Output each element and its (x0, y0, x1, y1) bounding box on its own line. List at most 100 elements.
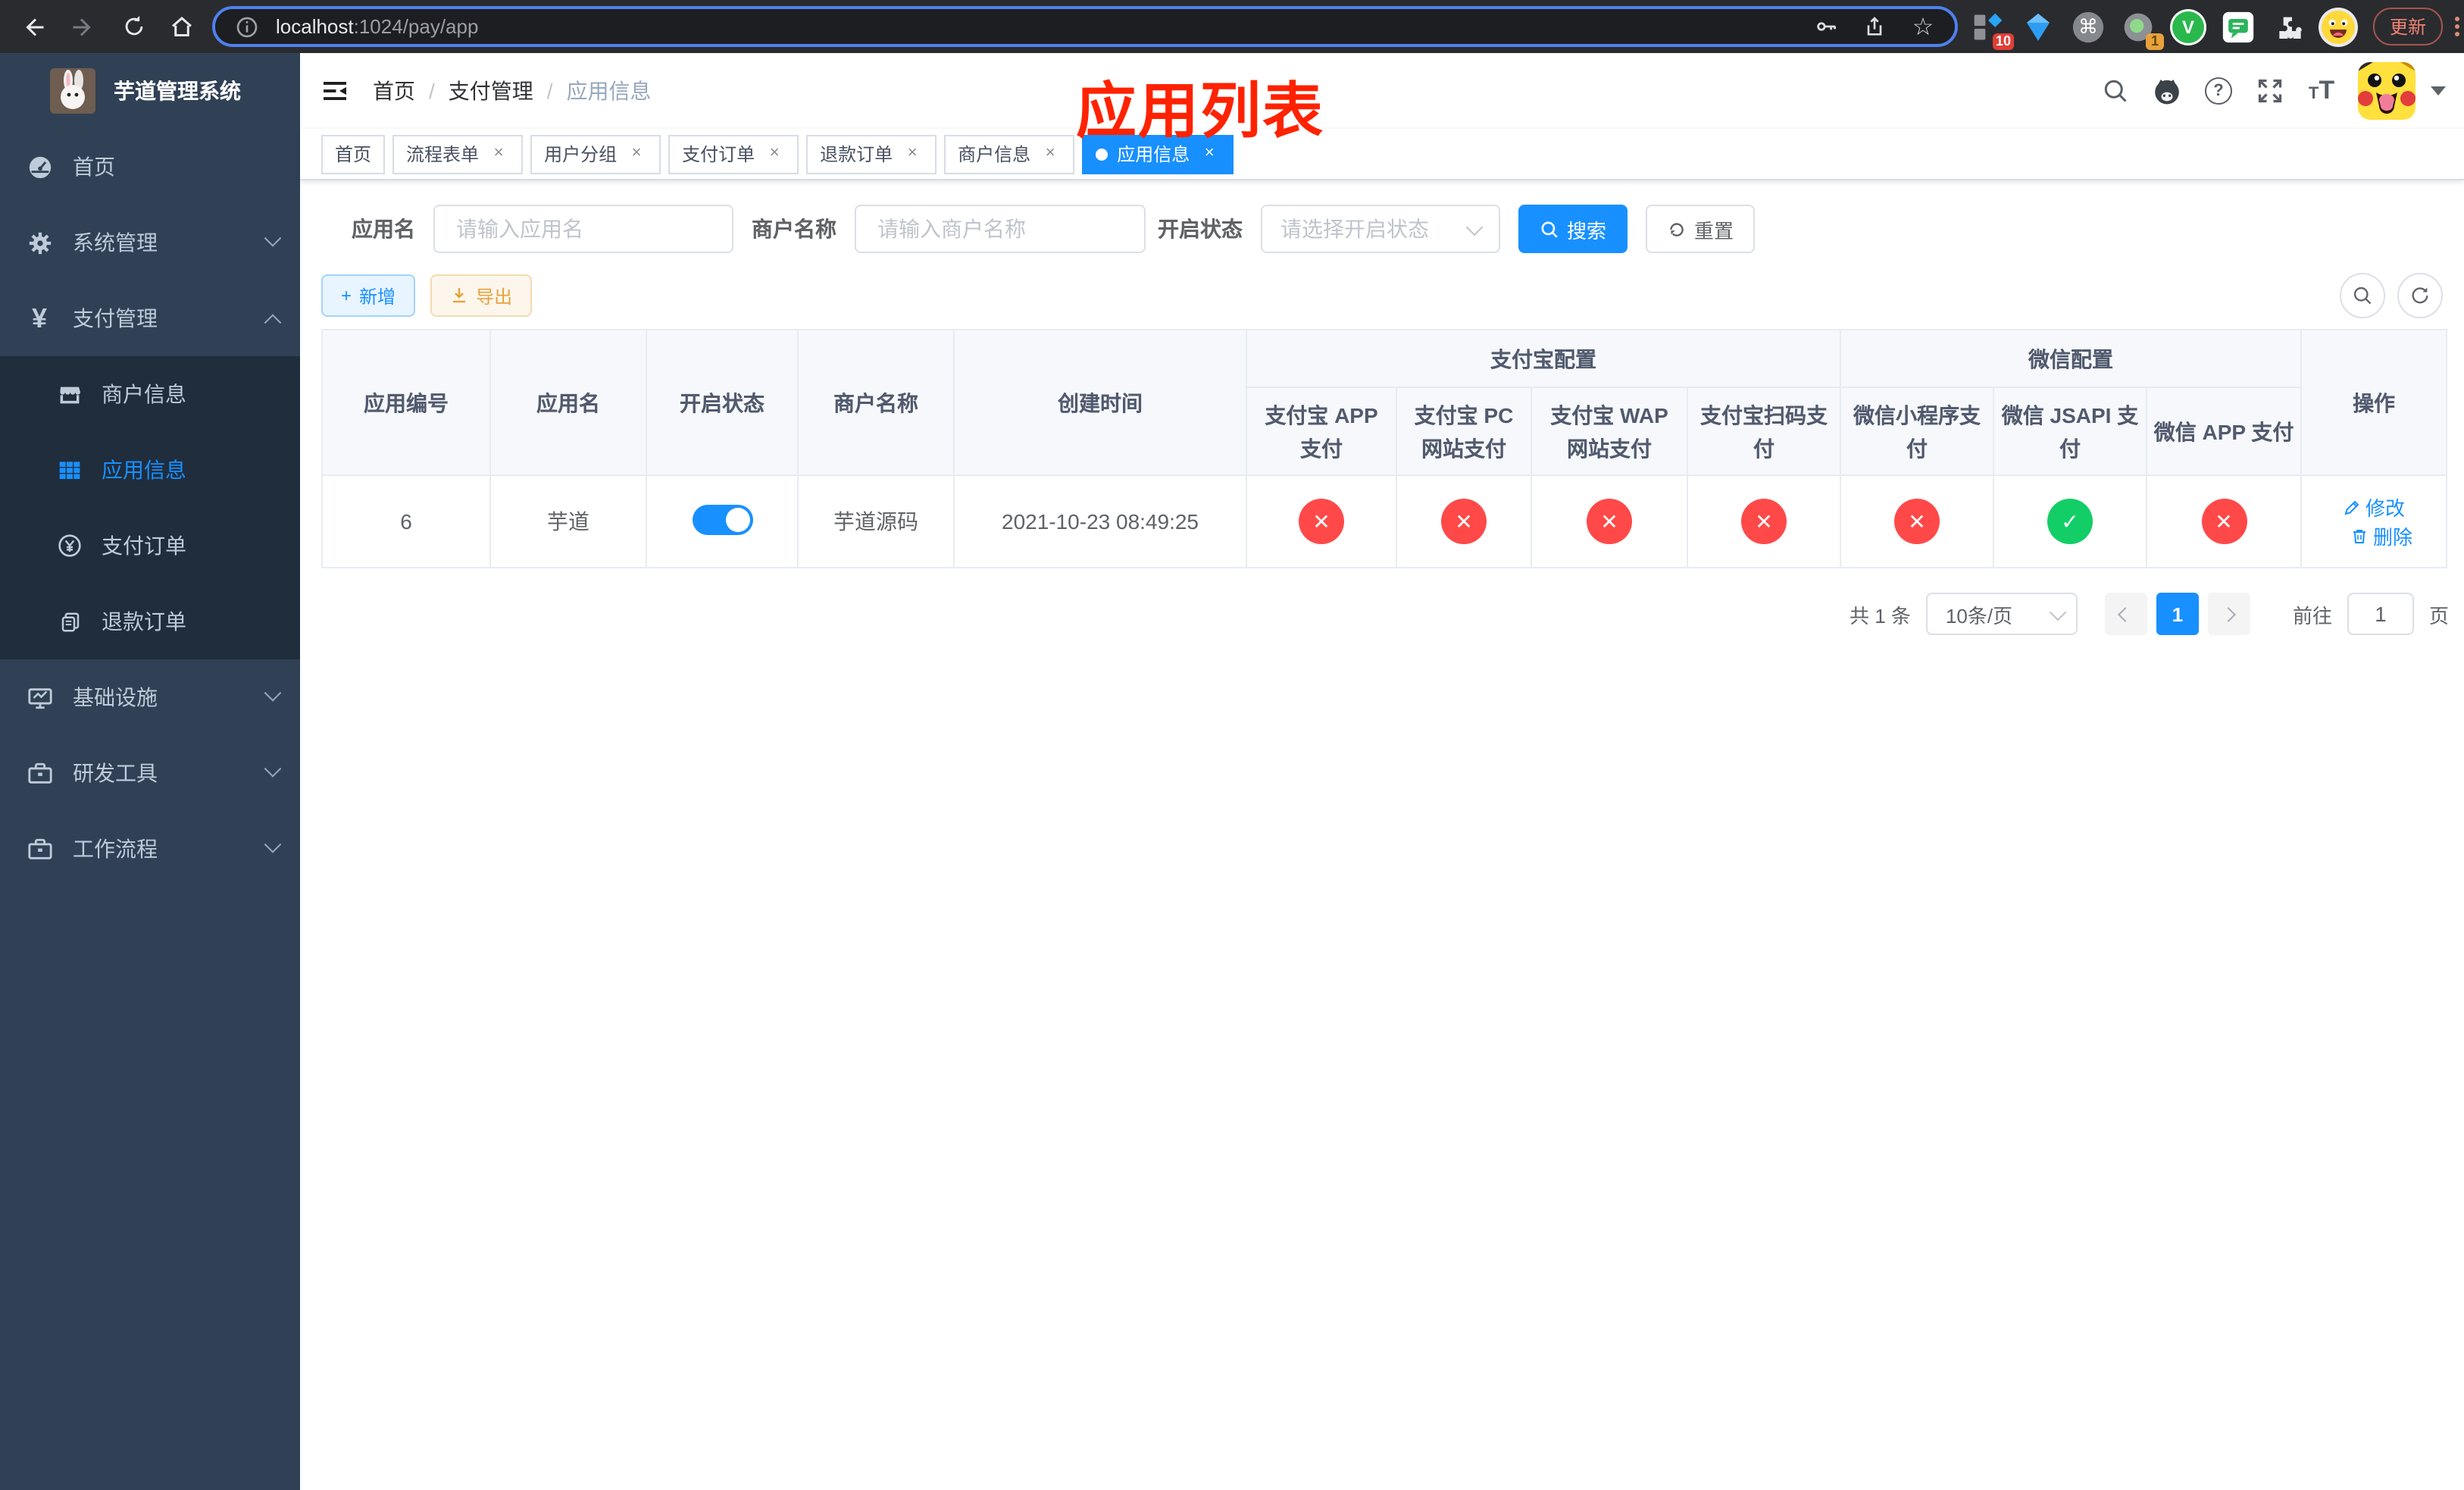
tab-home[interactable]: 首页 (321, 134, 386, 174)
breadcrumb-home[interactable]: 首页 (373, 76, 415, 106)
extension-gem-icon[interactable] (2018, 7, 2058, 46)
help-icon[interactable]: ? (2203, 76, 2234, 106)
search-button[interactable]: 搜索 (1518, 205, 1628, 253)
status-toggle[interactable] (692, 504, 752, 534)
page-number-button[interactable]: 1 (2156, 593, 2199, 635)
tab-pay-order[interactable]: 支付订单 × (668, 134, 799, 174)
chevron-down-icon (264, 836, 282, 853)
sidebar-item-label: 支付管理 (73, 306, 158, 330)
status-select[interactable]: 请选择开启状态 (1261, 205, 1500, 253)
sidebar-collapse-icon[interactable] (321, 77, 349, 105)
pagination: 共 1 条 10条/页 1 前往 页 (300, 593, 2449, 635)
sidebar-item-pay-order[interactable]: 支付订单 (0, 508, 300, 584)
sidebar-item-app-info[interactable]: 应用信息 (0, 432, 300, 508)
toggle-search-button[interactable] (2340, 273, 2385, 318)
share-icon[interactable] (1858, 10, 1891, 43)
tab-merchant-info[interactable]: 商户信息 × (944, 134, 1075, 174)
sidebar-item-system[interactable]: 系统管理 (0, 205, 300, 280)
wx-jsapi-status-icon: ✓ (2047, 499, 2093, 544)
close-icon[interactable]: × (902, 143, 923, 164)
question-glyph: ? (2205, 77, 2232, 105)
alipay-qr-status-icon: ✕ (1741, 499, 1787, 544)
col-header-alipay-app: 支付宝 APP 支付 (1246, 387, 1397, 476)
extension-recorder-icon[interactable]: 1 (2118, 7, 2164, 49)
close-icon[interactable]: × (488, 143, 509, 164)
close-icon[interactable]: × (764, 143, 785, 164)
header-search-icon[interactable] (2100, 76, 2131, 106)
export-button[interactable]: 导出 (430, 274, 533, 317)
github-icon[interactable] (2152, 76, 2182, 106)
sidebar-item-dev-tools[interactable]: 研发工具 (0, 735, 300, 811)
chevron-down-icon (1465, 218, 1484, 236)
prev-page-button[interactable] (2104, 593, 2147, 635)
bookmark-star-icon[interactable]: ☆ (1906, 10, 1940, 43)
col-header-alipay-qr: 支付宝扫码支付 (1687, 387, 1841, 476)
plus-icon: + (341, 285, 352, 306)
browser-reload-icon[interactable] (115, 8, 152, 45)
col-header-app-name: 应用名 (489, 329, 647, 476)
col-header-alipay-pc: 支付宝 PC 网站支付 (1396, 387, 1532, 476)
logo-row[interactable]: 芋道管理系统 (0, 53, 300, 129)
delete-link[interactable]: 删除 (2350, 521, 2412, 550)
font-size-icon[interactable]: TT (2306, 76, 2337, 106)
sidebar-item-infrastructure[interactable]: 基础设施 (0, 659, 300, 735)
add-button-label: 新增 (359, 286, 396, 307)
yen-icon: ¥ (31, 302, 47, 333)
browser-menu-icon[interactable] (2455, 17, 2460, 36)
sidebar-item-workflow[interactable]: 工作流程 (0, 811, 300, 887)
browser-forward-icon[interactable] (65, 8, 102, 45)
breadcrumb-payment[interactable]: 支付管理 (449, 76, 533, 106)
password-key-icon[interactable] (1809, 10, 1843, 43)
avatar-caret-icon[interactable] (2431, 86, 2446, 95)
merchant-name-input-box (855, 205, 1146, 253)
goto-page-input[interactable] (2348, 600, 2412, 628)
chevron-down-icon (264, 684, 282, 702)
page-size-select[interactable]: 10条/页 (1925, 593, 2078, 635)
extension-command-icon[interactable]: ⌘ (2068, 7, 2108, 46)
col-header-wx-app: 微信 APP 支付 (2145, 387, 2303, 476)
alipay-wap-status-icon: ✕ (1587, 499, 1632, 544)
extensions-puzzle-icon[interactable] (2269, 7, 2308, 46)
extension-chat-icon[interactable] (2219, 7, 2258, 46)
col-group-alipay: 支付宝配置 (1246, 329, 1841, 388)
tab-user-group[interactable]: 用户分组 × (530, 134, 661, 174)
add-button[interactable]: + 新增 (321, 274, 416, 317)
breadcrumb: 首页 / 支付管理 / 应用信息 (373, 76, 652, 106)
edit-link[interactable]: 修改 (2343, 493, 2405, 521)
next-page-button[interactable] (2207, 593, 2250, 635)
search-button-label: 搜索 (1567, 219, 1607, 242)
sidebar-item-home[interactable]: 首页 (0, 129, 300, 205)
sidebar-item-refund-order[interactable]: 退款订单 (0, 584, 300, 659)
dashboard-icon (26, 153, 53, 180)
browser-update-button[interactable]: 更新 (2373, 8, 2444, 45)
col-header-actions: 操作 (2300, 329, 2448, 476)
site-info-icon[interactable] (230, 10, 264, 43)
page-size-value: 10条/页 (1945, 604, 2013, 627)
browser-back-icon[interactable] (15, 8, 52, 45)
reset-button[interactable]: 重置 (1646, 205, 1756, 253)
extension-devtools-icon[interactable]: 10 (1968, 7, 2014, 49)
refresh-button[interactable] (2397, 273, 2443, 318)
app-name-input[interactable] (453, 215, 714, 243)
profile-avatar[interactable] (2319, 7, 2358, 46)
sidebar-item-label: 应用信息 (102, 458, 186, 482)
screen: localhost:1024/pay/app ☆ 10 ⌘ 1 V 更新 芋道管… (0, 0, 2464, 1490)
chevron-right-icon (2222, 606, 2237, 621)
tab-refund-order[interactable]: 退款订单 × (806, 134, 937, 174)
extension-vue-icon[interactable]: V (2169, 7, 2208, 46)
close-icon[interactable]: × (626, 143, 647, 164)
alipay-pc-status-icon: ✕ (1441, 499, 1487, 544)
user-avatar[interactable] (2358, 62, 2416, 120)
sidebar-item-merchant-info[interactable]: 商户信息 (0, 356, 300, 432)
sidebar-item-label: 工作流程 (73, 837, 158, 861)
address-bar[interactable]: localhost:1024/pay/app ☆ (212, 6, 1958, 47)
sidebar-item-payment[interactable]: ¥ 支付管理 (0, 280, 300, 356)
fullscreen-icon[interactable] (2255, 76, 2285, 106)
document-icon (58, 609, 82, 634)
breadcrumb-separator: / (546, 79, 553, 103)
close-icon[interactable]: × (1040, 143, 1061, 164)
export-button-label: 导出 (476, 286, 513, 307)
browser-home-icon[interactable] (164, 8, 200, 45)
tab-process-form[interactable]: 流程表单 × (392, 134, 524, 174)
merchant-name-input[interactable] (874, 215, 1126, 243)
